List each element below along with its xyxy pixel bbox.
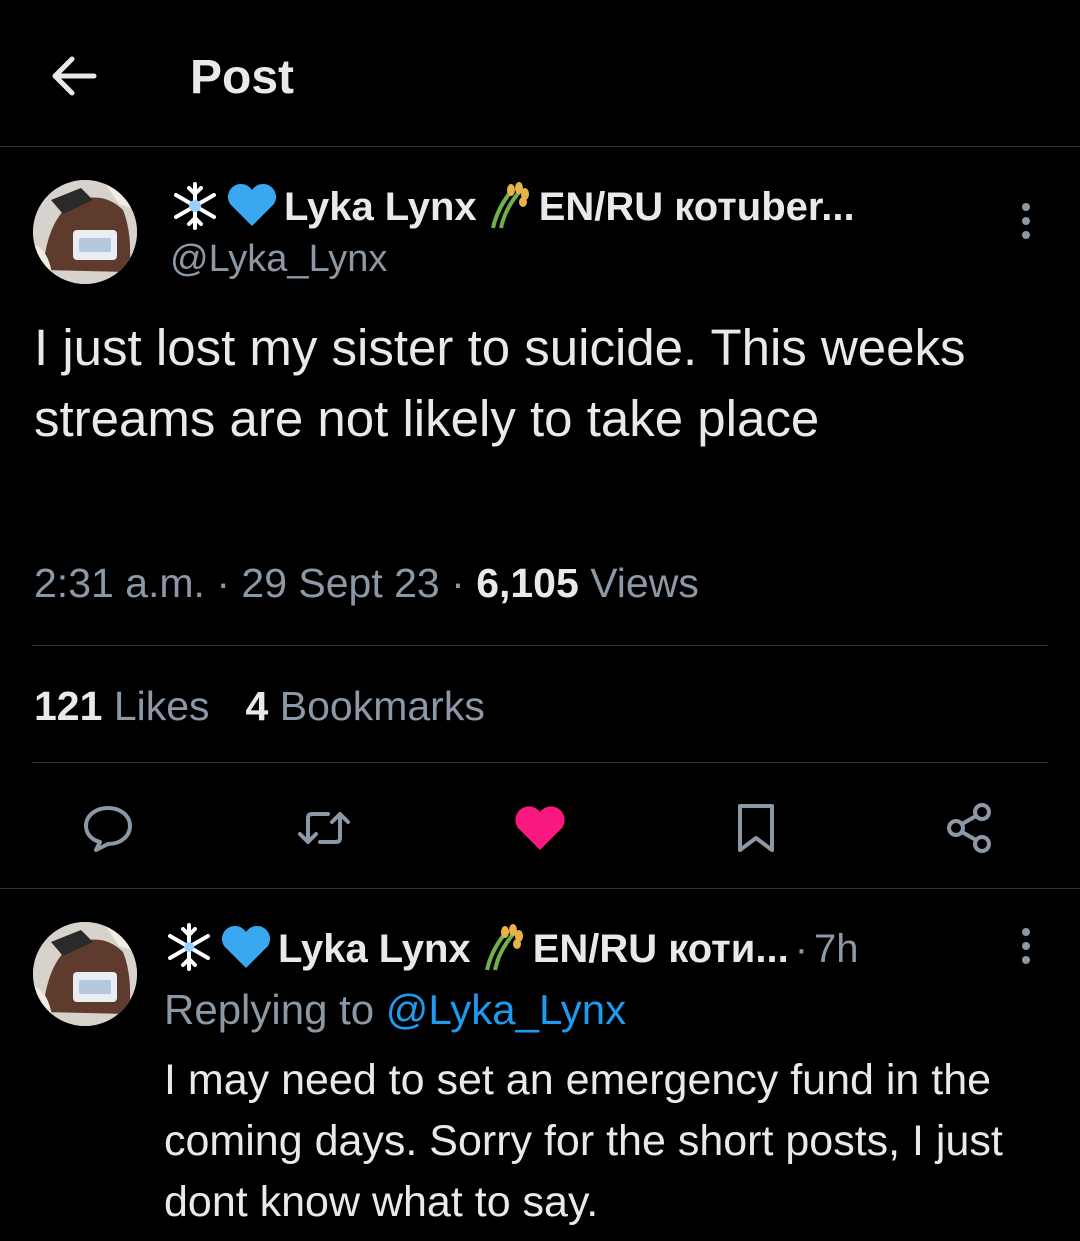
reply-avatar[interactable] <box>33 922 137 1026</box>
replying-to: Replying to @Lyka_Lynx <box>164 986 626 1034</box>
more-options-button[interactable] <box>1006 197 1046 245</box>
avatar[interactable] <box>33 180 137 284</box>
rice-sheaf-icon <box>483 180 533 235</box>
bookmark-icon <box>738 804 774 852</box>
reply-bubble-icon <box>84 806 132 852</box>
post-text: I just lost my sister to suicide. This w… <box>34 319 966 447</box>
bookmarks-stat[interactable]: 4 Bookmarks <box>246 683 485 729</box>
like-button[interactable] <box>508 796 572 860</box>
more-vertical-icon <box>1022 203 1030 239</box>
reply-author-row[interactable]: Lyka Lynx EN/RU коти... · 7h <box>164 922 859 977</box>
back-button[interactable] <box>46 48 102 104</box>
post-stats: 121 Likes 4 Bookmarks <box>34 683 485 730</box>
blue-heart-icon <box>220 924 272 975</box>
display-name: Lyka Lynx <box>284 185 477 229</box>
bookmark-button[interactable] <box>724 796 788 860</box>
reply-button[interactable] <box>76 796 140 860</box>
reply-text: I may need to set an emergency fund in t… <box>164 1056 1003 1226</box>
post-meta: 2:31 a.m. · 29 Sept 23 · 6,105 Views <box>34 560 699 606</box>
reply-display-name: Lyka Lynx <box>278 927 471 971</box>
repost-button[interactable] <box>292 796 356 860</box>
author-handle[interactable]: @Lyka_Lynx <box>170 238 387 281</box>
views-label: Views <box>590 560 699 606</box>
snowflake-icon <box>170 181 220 235</box>
share-button[interactable] <box>938 796 1002 860</box>
page-title: Post <box>190 51 295 104</box>
blue-heart-icon <box>226 182 278 233</box>
likes-count: 121 <box>34 683 103 729</box>
replying-to-handle[interactable]: @Lyka_Lynx <box>386 986 626 1033</box>
bookmarks-label: Bookmarks <box>279 683 485 729</box>
repost-icon <box>298 812 350 844</box>
post-time: 2:31 a.m. <box>34 560 205 606</box>
more-vertical-icon <box>1022 928 1030 964</box>
views-count: 6,105 <box>476 560 579 606</box>
divider <box>32 762 1048 763</box>
top-bar <box>0 0 1080 147</box>
reply-more-options-button[interactable] <box>1006 922 1046 970</box>
share-icon <box>947 803 991 853</box>
replying-to-label: Replying to <box>164 986 375 1033</box>
divider <box>0 888 1080 889</box>
author-name-row[interactable]: Lyka Lynx EN/RU котuber... <box>170 180 855 235</box>
likes-label: Likes <box>113 683 210 729</box>
arrow-left-icon <box>52 56 97 96</box>
likes-stat[interactable]: 121 Likes <box>34 683 210 729</box>
reply-time: 7h <box>814 927 859 971</box>
reply-display-name-suffix: EN/RU коти... <box>532 927 789 971</box>
heart-filled-icon <box>515 806 565 850</box>
display-name-suffix: EN/RU котuber... <box>538 185 855 229</box>
divider <box>32 645 1048 646</box>
snowflake-icon <box>164 922 214 977</box>
bookmarks-count: 4 <box>245 683 269 729</box>
post-date: 29 Sept 23 <box>241 560 440 606</box>
rice-sheaf-icon <box>477 922 527 977</box>
